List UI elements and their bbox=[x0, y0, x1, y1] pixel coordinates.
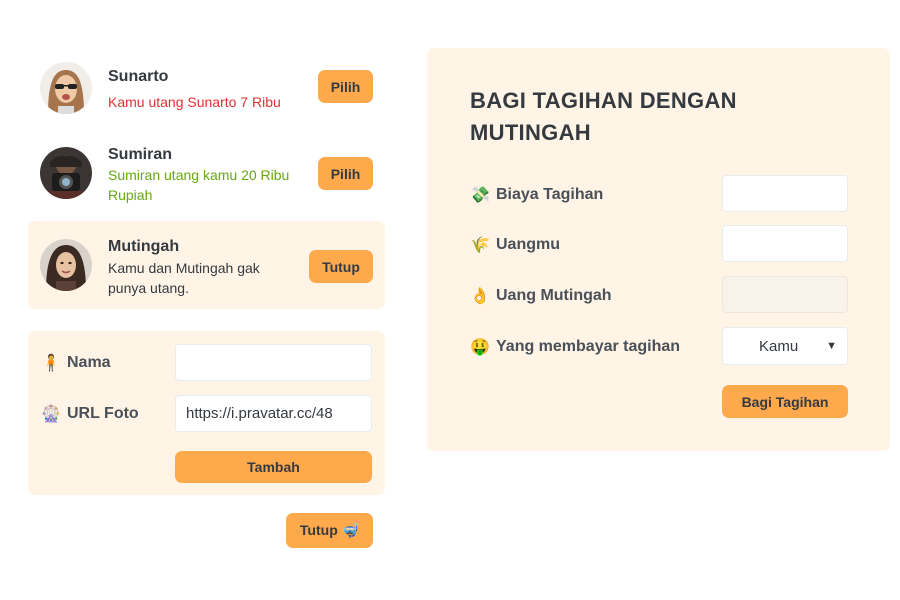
bill-label: 💸 Biaya Tagihan bbox=[470, 185, 603, 205]
your-expense-label-text: Uangmu bbox=[496, 236, 560, 253]
money-wings-icon: 💸 bbox=[470, 187, 490, 204]
add-friend-form: 🧍 Nama 🎡 URL Foto https://i.pravatar.cc/… bbox=[28, 331, 385, 495]
friend-name: Mutingah bbox=[108, 238, 180, 255]
chevron-down-icon: ▼ bbox=[826, 340, 837, 352]
friend-name: Sumiran bbox=[108, 146, 173, 163]
photo-url-label-text: URL Foto bbox=[67, 405, 139, 422]
your-expense-label: 🌾 Uangmu bbox=[470, 235, 560, 255]
payer-label-text: Yang membayar tagihan bbox=[496, 338, 681, 355]
friend-expense-label: 👌 Uang Mutingah bbox=[470, 286, 612, 306]
split-bill-form: BAGI TAGIHAN DENGAN MUTINGAH 💸 Biaya Tag… bbox=[427, 48, 890, 451]
your-expense-input[interactable] bbox=[722, 225, 848, 262]
avatar bbox=[40, 239, 92, 291]
photo-url-input[interactable]: https://i.pravatar.cc/48 bbox=[175, 395, 372, 432]
close-add-form-button[interactable]: Tutup 🤿 bbox=[286, 513, 373, 548]
close-friend-button[interactable]: Tutup bbox=[309, 250, 373, 283]
sheaf-icon: 🌾 bbox=[470, 237, 490, 254]
ok-hand-icon: 👌 bbox=[470, 288, 490, 305]
payer-select[interactable]: Kamu ▼ bbox=[722, 327, 848, 365]
friend-balance: Kamu dan Mutingah gak punya utang. bbox=[108, 260, 260, 296]
friend-item-sumiran: Sumiran Sumiran utang kamu 20 Ribu Rupia… bbox=[28, 138, 385, 216]
friend-balance: Sumiran utang kamu 20 Ribu Rupiah bbox=[108, 167, 290, 203]
name-label: 🧍 Nama bbox=[41, 353, 111, 373]
friend-name: Sunarto bbox=[108, 68, 169, 85]
money-face-icon: 🤑 bbox=[470, 339, 490, 356]
split-bill-title: BAGI TAGIHAN DENGAN MUTINGAH bbox=[470, 88, 737, 145]
ferris-wheel-icon: 🎡 bbox=[41, 406, 61, 423]
friend-expense-input bbox=[722, 276, 848, 313]
name-input[interactable] bbox=[175, 344, 372, 381]
name-label-text: Nama bbox=[67, 354, 111, 371]
select-friend-button[interactable]: Pilih bbox=[318, 157, 373, 190]
friend-item-sunarto: Sunarto Kamu utang Sunarto 7 Ribu Pilih bbox=[28, 56, 385, 134]
avatar bbox=[40, 147, 92, 199]
friend-item-mutingah: Mutingah Kamu dan Mutingah gak punya uta… bbox=[28, 221, 385, 309]
bill-input[interactable] bbox=[722, 175, 848, 212]
payer-selected-value: Kamu bbox=[759, 337, 799, 355]
payer-label: 🤑 Yang membayar tagihan bbox=[470, 337, 680, 357]
split-bill-button[interactable]: Bagi Tagihan bbox=[722, 385, 848, 418]
photo-url-label: 🎡 URL Foto bbox=[41, 404, 139, 424]
add-friend-button[interactable]: Tambah bbox=[175, 451, 372, 483]
friend-balance: Kamu utang Sunarto 7 Ribu bbox=[108, 94, 281, 110]
bill-label-text: Biaya Tagihan bbox=[496, 186, 604, 203]
avatar bbox=[40, 62, 92, 114]
person-icon: 🧍 bbox=[41, 355, 61, 372]
friend-expense-label-text: Uang Mutingah bbox=[496, 287, 612, 304]
select-friend-button[interactable]: Pilih bbox=[318, 70, 373, 103]
